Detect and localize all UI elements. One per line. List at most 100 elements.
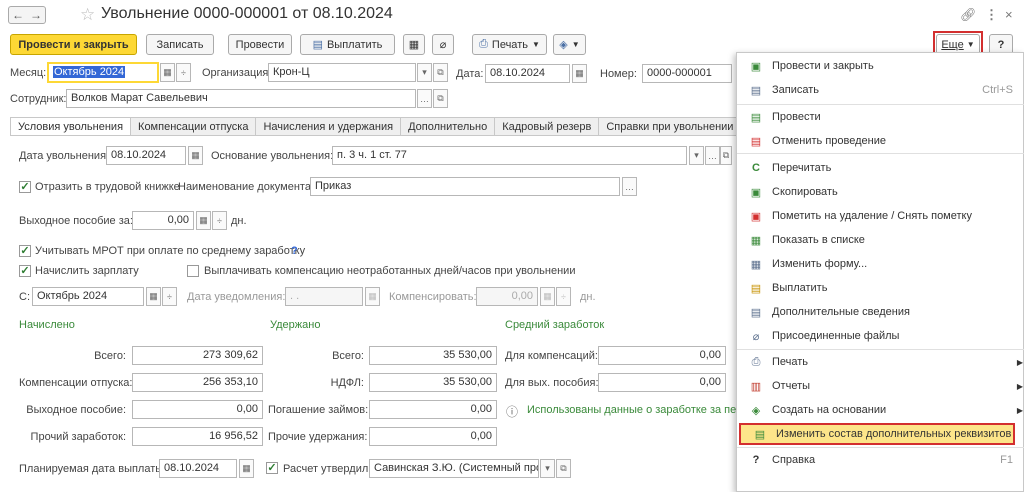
vertical-dots-icon[interactable]: ⋮ <box>985 7 998 23</box>
print-button[interactable]: ⎙ Печать ▼ <box>472 34 547 55</box>
chevron-down-icon[interactable]: ▾ <box>540 459 555 478</box>
menu-item-create-based[interactable]: ◈ Создать на основании ▶ <box>737 399 1024 421</box>
accrued-other-field[interactable]: 16 956,52 <box>132 427 263 446</box>
menu-item-unpost[interactable]: ▤ Отменить проведение <box>737 130 1024 152</box>
reports-icon: ▥ <box>750 380 762 393</box>
open-icon[interactable]: ⧉ <box>433 63 448 82</box>
avg-sev-field[interactable]: 0,00 <box>598 373 726 392</box>
save-button[interactable]: Записать <box>146 34 214 55</box>
post-button[interactable]: Провести <box>228 34 292 55</box>
nav-buttons[interactable]: ← → <box>8 6 46 24</box>
month-field[interactable]: Октябрь 2024 <box>48 63 158 82</box>
approved-checkbox[interactable]: ✓ <box>266 462 278 474</box>
menu-label: Перечитать <box>772 162 832 174</box>
star-icon[interactable]: ☆ <box>80 5 95 25</box>
approved-field[interactable]: Савинская З.Ю. (Системный прог <box>369 459 539 478</box>
calendar-icon[interactable]: ▦ <box>160 63 175 82</box>
dismissal-date-field[interactable]: 08.10.2024 <box>106 146 186 165</box>
link-icon[interactable]: 🔗︎ <box>960 7 977 23</box>
accrued-total-field[interactable]: 273 309,62 <box>132 346 263 365</box>
pay-date-field[interactable]: 08.10.2024 <box>159 459 237 478</box>
menu-item-help[interactable]: ? Справка F1 <box>737 449 1024 471</box>
menu-item-reports[interactable]: ▥ Отчеты ▶ <box>737 375 1024 397</box>
post-close-button[interactable]: Провести и закрыть <box>10 34 137 55</box>
calculator-icon[interactable]: ▦ <box>196 211 211 230</box>
create-based-button[interactable]: ◈ ▼ <box>553 34 586 55</box>
menu-item-post[interactable]: ▤ Провести <box>737 106 1024 128</box>
comp-checkbox[interactable] <box>187 265 199 277</box>
tab-reserve[interactable]: Кадровый резерв <box>495 117 600 136</box>
workbook-checkbox[interactable]: ✓ <box>19 181 31 193</box>
doc-name-field[interactable]: Приказ <box>310 177 620 196</box>
document-icon[interactable]: ▦ <box>403 34 425 55</box>
close-icon[interactable]: × <box>1005 7 1013 22</box>
open-icon[interactable]: ⧉ <box>720 146 732 165</box>
compensate-label: Компенсировать: <box>389 291 477 303</box>
compensate-field[interactable]: 0,00 <box>476 287 538 306</box>
notice-field[interactable]: . . <box>285 287 363 306</box>
tab-conditions[interactable]: Условия увольнения <box>10 117 132 136</box>
tab-additional[interactable]: Дополнительно <box>401 117 496 136</box>
menu-item-delete-mark[interactable]: ▣ Пометить на удаление / Снять пометку <box>737 205 1024 227</box>
menu-item-post-close[interactable]: ▣ Провести и закрыть <box>737 55 1024 77</box>
severance-field[interactable]: 0,00 <box>132 211 194 230</box>
stepper-icon[interactable]: ÷ <box>556 287 571 306</box>
accrue-checkbox[interactable]: ✓ <box>19 265 31 277</box>
menu-item-attached-files[interactable]: ⌀ Присоединенные файлы <box>737 325 1024 347</box>
accrued-total-label: Всего: <box>94 350 126 362</box>
menu-item-show-list[interactable]: ▦ Показать в списке <box>737 229 1024 251</box>
reason-field[interactable]: п. 3 ч. 1 ст. 77 <box>332 146 687 165</box>
menu-item-save[interactable]: ▤ Записать Ctrl+S <box>737 79 1024 101</box>
menu-item-edit-form[interactable]: ▦ Изменить форму... <box>737 253 1024 275</box>
menu-item-refresh[interactable]: C Перечитать <box>737 157 1024 179</box>
from-field[interactable]: Октябрь 2024 <box>32 287 144 306</box>
date-field[interactable]: 08.10.2024 <box>485 64 570 83</box>
menu-item-edit-attributes[interactable]: ▤ Изменить состав дополнительных реквизит… <box>739 423 1015 445</box>
paperclip-icon[interactable]: ⌀ <box>432 34 454 55</box>
withheld-total-label: Всего: <box>332 350 364 362</box>
calendar-icon[interactable]: ▦ <box>239 459 254 478</box>
stepper-icon[interactable]: ÷ <box>212 211 227 230</box>
tab-vacation-comp[interactable]: Компенсации отпуска <box>131 117 257 136</box>
select-icon[interactable]: … <box>622 177 637 196</box>
menu-item-additional-info[interactable]: ▤ Дополнительные сведения <box>737 301 1024 323</box>
number-field[interactable]: 0000-000001 <box>642 64 732 83</box>
calendar-icon[interactable]: ▦ <box>188 146 203 165</box>
arrow-right-icon[interactable]: → <box>30 8 42 22</box>
mrot-checkbox[interactable]: ✓ <box>19 245 31 257</box>
accrued-other-label: Прочий заработок: <box>30 431 126 443</box>
accrued-sev-field[interactable]: 0,00 <box>132 400 263 419</box>
pay-button[interactable]: ▤ Выплатить <box>300 34 395 55</box>
post-icon: ▤ <box>750 111 762 124</box>
calendar-icon[interactable]: ▦ <box>365 287 380 306</box>
arrow-left-icon[interactable]: ← <box>12 8 24 22</box>
calendar-icon[interactable]: ▦ <box>146 287 161 306</box>
chevron-down-icon[interactable]: ▾ <box>689 146 704 165</box>
menu-item-print[interactable]: ⎙ Печать ▶ <box>737 351 1024 373</box>
stepper-icon[interactable]: ÷ <box>176 63 191 82</box>
menu-item-pay[interactable]: ▤ Выплатить <box>737 277 1024 299</box>
open-icon[interactable]: ⧉ <box>433 89 448 108</box>
withheld-ndfl-field[interactable]: 35 530,00 <box>369 373 497 392</box>
stepper-icon[interactable]: ÷ <box>162 287 177 306</box>
open-icon[interactable]: ⧉ <box>556 459 571 478</box>
menu-divider <box>737 447 1024 448</box>
calculator-icon[interactable]: ▦ <box>540 287 555 306</box>
employee-field[interactable]: Волков Марат Савельевич <box>66 89 416 108</box>
tab-accruals[interactable]: Начисления и удержания <box>256 117 402 136</box>
org-field[interactable]: Крон-Ц <box>268 63 416 82</box>
chevron-down-icon[interactable]: ▾ <box>417 63 432 82</box>
avg-comp-label: Для компенсаций: <box>505 350 598 362</box>
menu-divider <box>737 349 1024 350</box>
menu-item-copy[interactable]: ▣ Скопировать <box>737 181 1024 203</box>
withheld-other-field[interactable]: 0,00 <box>369 427 497 446</box>
withheld-total-field[interactable]: 35 530,00 <box>369 346 497 365</box>
accrued-vac-field[interactable]: 256 353,10 <box>132 373 263 392</box>
withheld-loans-field[interactable]: 0,00 <box>369 400 497 419</box>
avg-comp-field[interactable]: 0,00 <box>598 346 726 365</box>
select-icon[interactable]: … <box>705 146 720 165</box>
calendar-icon[interactable]: ▦ <box>572 64 587 83</box>
tab-certificates[interactable]: Справки при увольнении <box>599 117 742 136</box>
select-icon[interactable]: … <box>417 89 432 108</box>
mrot-help-icon[interactable]: ? <box>291 245 298 257</box>
